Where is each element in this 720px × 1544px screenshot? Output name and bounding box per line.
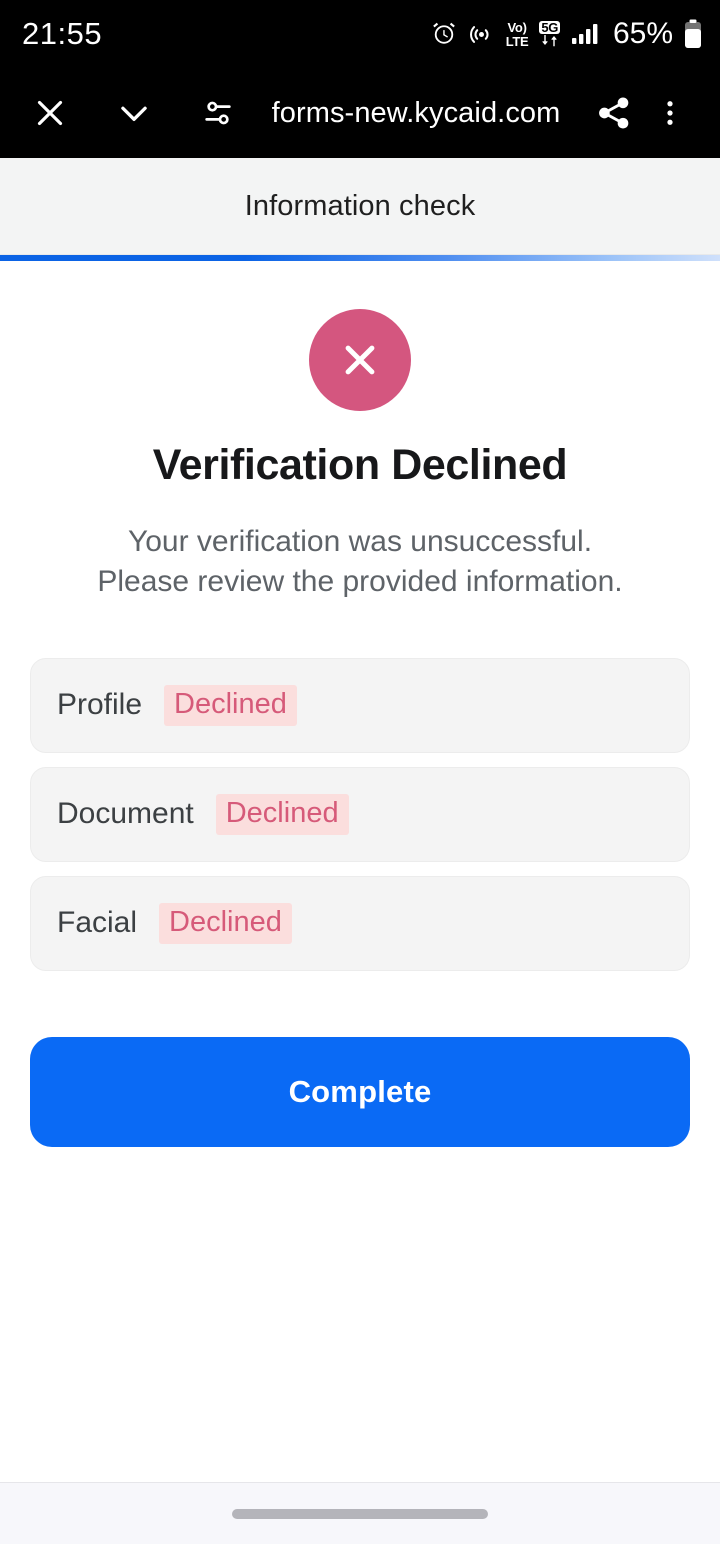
table-row[interactable]: Profile Declined <box>30 657 690 753</box>
browser-toolbar: forms-new.kycaid.com <box>0 68 720 158</box>
cta-container: Complete <box>0 1036 720 1147</box>
main-content: Verification Declined Your verification … <box>0 261 720 1482</box>
page-header: Information check <box>0 158 720 255</box>
overflow-menu-icon[interactable] <box>642 85 698 141</box>
table-row[interactable]: Facial Declined <box>30 875 690 971</box>
status-badge: Declined <box>159 902 292 944</box>
volte-icon: Vo) LTE <box>505 19 529 49</box>
table-row[interactable]: Document Declined <box>30 766 690 862</box>
page-info-icon[interactable] <box>190 85 246 141</box>
signal-bars-icon <box>571 22 599 46</box>
hotspot-icon <box>468 21 495 48</box>
fiveg-data-icon: 5G <box>539 21 560 47</box>
chevron-down-icon[interactable] <box>106 85 162 141</box>
status-bar: 21:55 Vo) LTE 5G 65% <box>0 0 720 68</box>
page-title: Information check <box>244 189 476 222</box>
result-icon-container <box>0 309 720 411</box>
complete-button[interactable]: Complete <box>30 1036 690 1147</box>
url-text[interactable]: forms-new.kycaid.com <box>246 97 586 130</box>
checks-list: Profile Declined Document Declined Facia… <box>0 657 720 971</box>
system-navigation-bar <box>0 1482 720 1544</box>
circle-x-icon <box>309 309 411 411</box>
result-description: Your verification was unsuccessful. Plea… <box>97 525 623 598</box>
share-icon[interactable] <box>586 85 642 141</box>
check-label: Document <box>57 797 194 831</box>
result-title: Verification Declined <box>152 441 568 489</box>
home-gesture-handle[interactable] <box>232 1508 488 1519</box>
close-icon[interactable] <box>22 85 78 141</box>
status-bar-clock: 21:55 <box>22 16 103 51</box>
check-label: Facial <box>57 906 138 940</box>
battery-icon <box>684 19 702 49</box>
check-label: Profile <box>57 688 143 722</box>
status-badge: Declined <box>164 684 297 726</box>
alarm-icon <box>431 21 457 47</box>
battery-percentage-label: 65% <box>612 17 673 50</box>
status-bar-icons: Vo) LTE 5G 65% <box>431 17 702 51</box>
status-badge: Declined <box>215 793 349 835</box>
